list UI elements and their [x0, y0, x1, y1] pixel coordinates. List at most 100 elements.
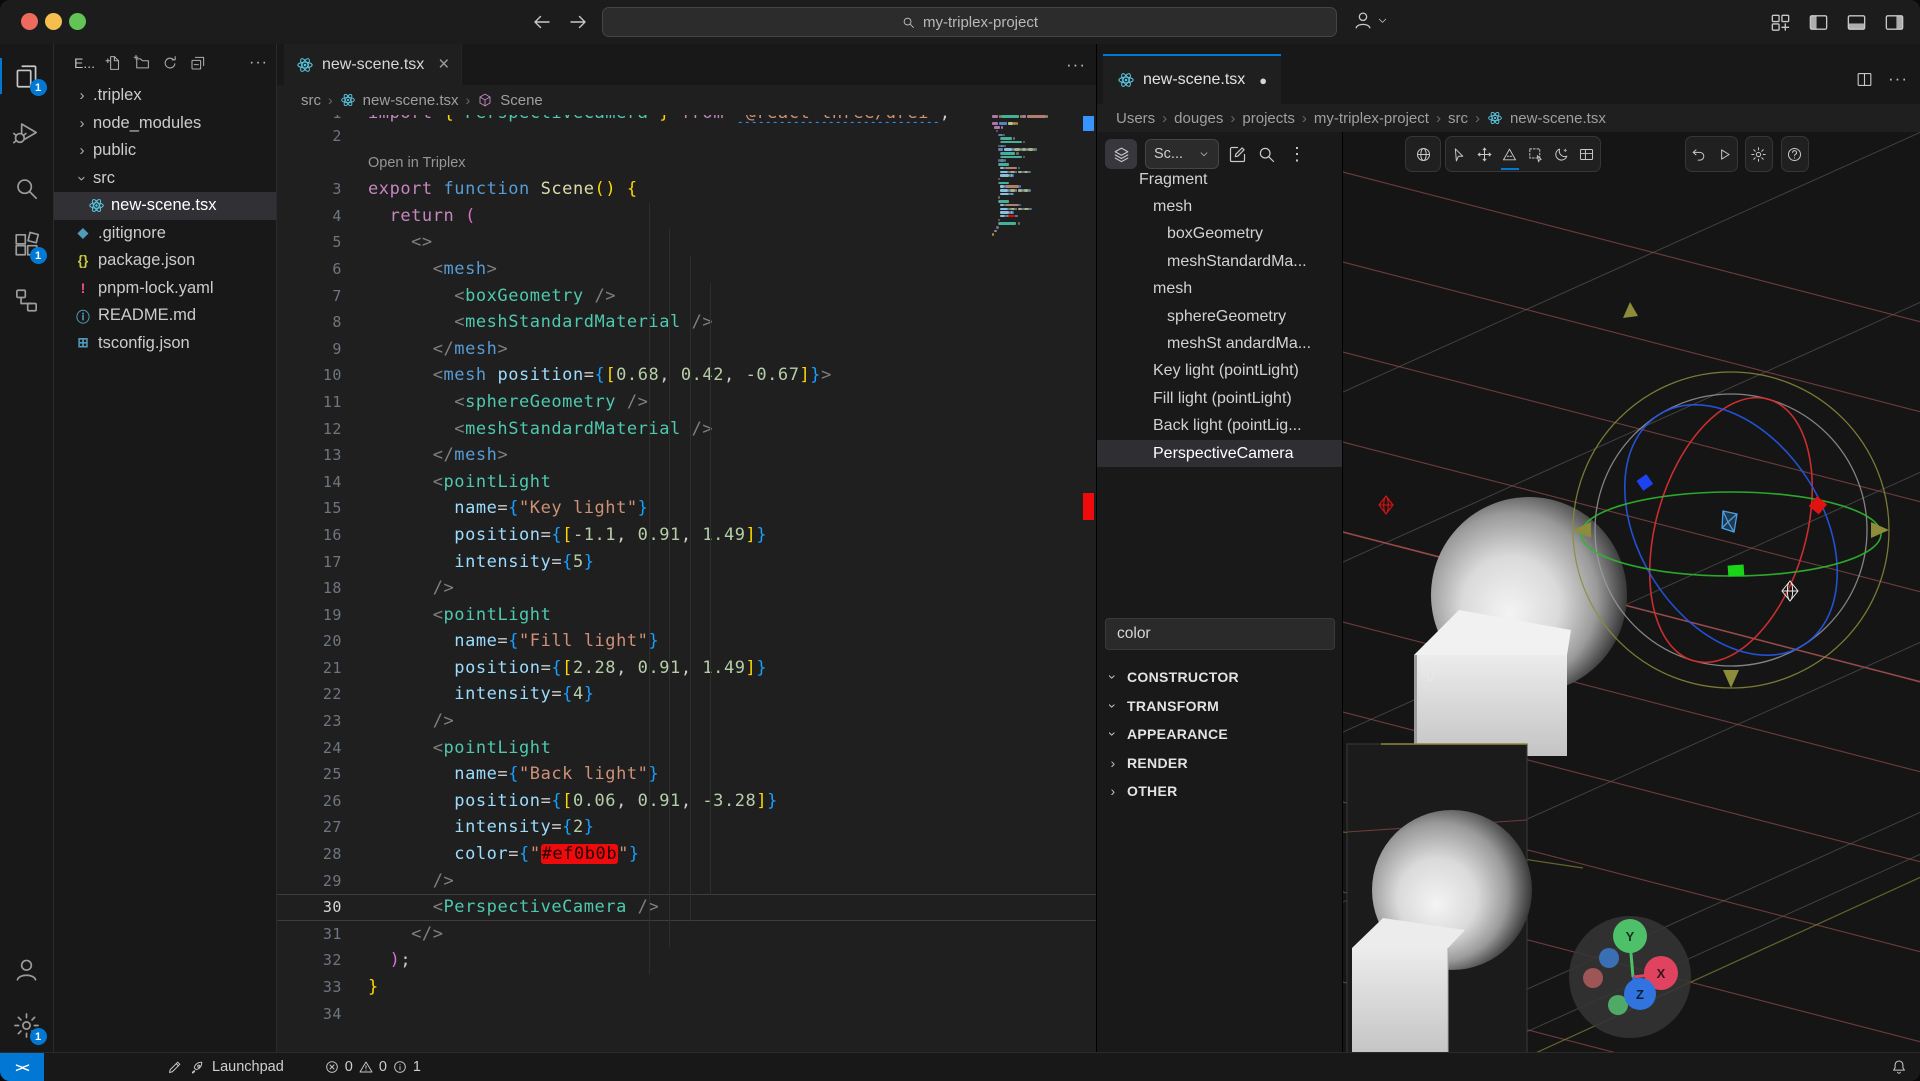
- code-line-25[interactable]: 25 name={"Back light"}: [277, 761, 1096, 788]
- code-line-3[interactable]: 3export function Scene() {: [277, 176, 1096, 203]
- breadcrumb-item[interactable]: new-scene.tsx: [1510, 110, 1606, 127]
- tool-globe-button[interactable]: [1410, 138, 1436, 170]
- command-center[interactable]: my-triplex-project: [602, 7, 1337, 37]
- cube-mesh[interactable]: [1414, 610, 1571, 756]
- tool-gear-button[interactable]: [1746, 138, 1772, 170]
- file-item-new-scene.tsx[interactable]: new-scene.tsx: [54, 192, 276, 220]
- breadcrumb-item[interactable]: Scene: [500, 92, 543, 109]
- file-item-tsconfig.json[interactable]: ⊞tsconfig.json: [54, 330, 276, 358]
- breadcrumb-item[interactable]: projects: [1242, 110, 1295, 127]
- tool-help-button[interactable]: [1782, 138, 1808, 170]
- code-line-4[interactable]: 4 return (: [277, 203, 1096, 230]
- refresh-icon[interactable]: [161, 54, 179, 72]
- prop-filter-input[interactable]: [1105, 618, 1335, 650]
- more-actions-icon[interactable]: ···: [1888, 69, 1908, 89]
- breadcrumb-item[interactable]: Users: [1116, 110, 1155, 127]
- close-icon[interactable]: ×: [438, 54, 449, 76]
- code-line-27[interactable]: 27 intensity={2}: [277, 814, 1096, 841]
- zoom-window-button[interactable]: [69, 13, 86, 30]
- section-render[interactable]: ›RENDER: [1097, 749, 1342, 778]
- activity-item-extensions[interactable]: 1: [0, 216, 54, 272]
- notifications-bell-icon[interactable]: [1890, 1058, 1908, 1076]
- edit-component-icon[interactable]: [1227, 144, 1248, 165]
- axis-neg-x-ball[interactable]: [1583, 968, 1603, 988]
- code-line-10[interactable]: 10 <mesh position={[0.68, 0.42, -0.67]}>: [277, 362, 1096, 389]
- scene-node-mesh[interactable]: mesh: [1097, 276, 1342, 303]
- scene-node-fragment[interactable]: Fragment: [1097, 166, 1342, 193]
- code-line-6[interactable]: 6 <mesh>: [277, 256, 1096, 283]
- file-item-package.json[interactable]: {}package.json: [54, 247, 276, 275]
- file-item-pnpm-lock.yaml[interactable]: !pnpm-lock.yaml: [54, 275, 276, 303]
- breadcrumb-item[interactable]: douges: [1174, 110, 1223, 127]
- toggle-secondary-sidebar-icon[interactable]: [1883, 11, 1906, 34]
- tool-play-button[interactable]: [1712, 138, 1738, 170]
- activity-item-run-debug[interactable]: [0, 104, 54, 160]
- account-menu[interactable]: [1352, 9, 1389, 31]
- breadcrumb-item[interactable]: src: [301, 92, 321, 109]
- breadcrumb-item[interactable]: src: [1448, 110, 1468, 127]
- activity-item-references[interactable]: [0, 272, 54, 328]
- toggle-panel-icon[interactable]: [1845, 11, 1868, 34]
- split-editor-icon[interactable]: [1855, 70, 1874, 89]
- layers-button[interactable]: [1105, 139, 1137, 169]
- code-line-12[interactable]: 12 <meshStandardMaterial />: [277, 416, 1096, 443]
- scene-node-meshst-andardma-[interactable]: meshSt andardMa...: [1097, 330, 1342, 357]
- tool-cursor-button[interactable]: [1446, 138, 1472, 170]
- minimap[interactable]: [992, 111, 1078, 311]
- code-line-24[interactable]: 24 <pointLight: [277, 735, 1096, 762]
- code-line-31[interactable]: 31 </>: [277, 921, 1096, 948]
- minimize-window-button[interactable]: [45, 13, 62, 30]
- activity-item-search[interactable]: [0, 160, 54, 216]
- customize-layout-icon[interactable]: [1769, 11, 1792, 34]
- section-constructor[interactable]: ›CONSTRUCTOR: [1097, 663, 1342, 692]
- scene-node-meshstandardma-[interactable]: meshStandardMa...: [1097, 248, 1342, 275]
- code-line-5[interactable]: 5 <>: [277, 229, 1096, 256]
- code-line-22[interactable]: 22 intensity={4}: [277, 681, 1096, 708]
- tab-new-scene[interactable]: new-scene.tsx ×: [284, 44, 462, 85]
- explorer-more-icon[interactable]: ···: [249, 54, 268, 72]
- file-item-public[interactable]: ›public: [54, 137, 276, 165]
- code-line-16[interactable]: 16 position={[-1.1, 0.91, 1.49]}: [277, 522, 1096, 549]
- tool-triangle-button[interactable]: [1497, 138, 1523, 170]
- file-item-.gitignore[interactable]: ◆.gitignore: [54, 220, 276, 248]
- scene-node-mesh[interactable]: mesh: [1097, 193, 1342, 220]
- code-lens-open-in-triplex[interactable]: Open in Triplex: [277, 150, 1096, 177]
- code-line-21[interactable]: 21 position={[2.28, 0.91, 1.49]}: [277, 655, 1096, 682]
- search-scene-icon[interactable]: [1256, 144, 1277, 165]
- activity-item-account[interactable]: [0, 941, 54, 997]
- scene-node-spheregeometry[interactable]: sphereGeometry: [1097, 303, 1342, 330]
- scene-canvas[interactable]: Y X Z: [1343, 132, 1920, 1053]
- code-line-18[interactable]: 18 />: [277, 575, 1096, 602]
- rotate-gizmo[interactable]: [1573, 302, 1889, 694]
- scene-node-perspectivecamera[interactable]: PerspectiveCamera: [1097, 440, 1342, 467]
- code-line-30[interactable]: 30 <PerspectiveCamera />: [277, 894, 1096, 921]
- toggle-sidebar-icon[interactable]: [1807, 11, 1830, 34]
- file-item-node_modules[interactable]: ›node_modules: [54, 110, 276, 138]
- activity-item-settings[interactable]: 1: [0, 997, 54, 1053]
- problems-status-item[interactable]: 0 0 1: [324, 1059, 421, 1075]
- code-line-17[interactable]: 17 intensity={5}: [277, 549, 1096, 576]
- section-appearance[interactable]: ›APPEARANCE: [1097, 720, 1342, 749]
- code-line-32[interactable]: 32 );: [277, 947, 1096, 974]
- code-line-9[interactable]: 9 </mesh>: [277, 336, 1096, 363]
- forward-icon[interactable]: [566, 10, 590, 34]
- scene-node-fill-light-pointlight-[interactable]: Fill light (pointLight): [1097, 385, 1342, 412]
- selected-light-icon[interactable]: [1722, 511, 1737, 532]
- breadcrumb-item[interactable]: new-scene.tsx: [363, 92, 459, 109]
- scene-node-key-light-pointlight-[interactable]: Key light (pointLight): [1097, 358, 1342, 385]
- code-area[interactable]: 1import { PerspectiveCamera } from "@rea…: [277, 115, 1096, 1053]
- code-line-23[interactable]: 23 />: [277, 708, 1096, 735]
- point-light-helper-red[interactable]: [1379, 496, 1393, 514]
- section-other[interactable]: ›OTHER: [1097, 777, 1342, 806]
- tool-boxselect-button[interactable]: [1523, 138, 1549, 170]
- close-window-button[interactable]: [21, 13, 38, 30]
- scene-select[interactable]: Sc...: [1145, 139, 1219, 169]
- tab-triplex-new-scene[interactable]: new-scene.tsx ●: [1103, 54, 1281, 104]
- code-line-14[interactable]: 14 <pointLight: [277, 469, 1096, 496]
- back-icon[interactable]: [530, 10, 554, 34]
- scene-node-boxgeometry[interactable]: boxGeometry: [1097, 221, 1342, 248]
- code-line-26[interactable]: 26 position={[0.06, 0.91, -3.28]}: [277, 788, 1096, 815]
- tool-moon-button[interactable]: [1548, 138, 1574, 170]
- remote-indicator[interactable]: ><: [0, 1053, 44, 1081]
- code-line-33[interactable]: 33}: [277, 974, 1096, 1001]
